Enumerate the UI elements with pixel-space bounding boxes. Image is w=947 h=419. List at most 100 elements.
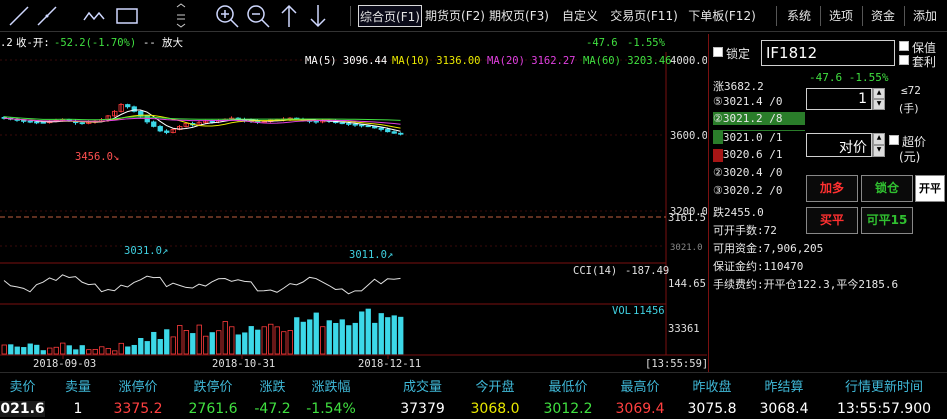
price-input[interactable]: 对价 [806,133,872,157]
ray-tool-icon[interactable] [34,3,60,29]
volume-bar [333,322,339,355]
candle-body [391,131,397,134]
candle-body [346,123,352,125]
tab-custom[interactable]: 自定义 [556,5,604,27]
tab-options-menu[interactable]: 选项 [824,5,858,27]
tab-system[interactable]: 系统 [782,5,816,27]
tab-trade[interactable]: 交易页(F11) [608,5,680,27]
volume-bar [274,326,280,355]
available-funds: 可用资金:7,906,205 [713,242,824,255]
price-tick-label: 4000.0 [670,55,707,67]
quote-header: 涨跌 [259,380,286,395]
arrow-up-icon[interactable] [276,3,302,29]
volume-bar [307,319,313,355]
price-spinner[interactable]: ▲ ▼ [872,133,885,157]
line-tool-icon[interactable] [6,3,32,29]
volume-bar [385,317,391,355]
candle-body [40,121,46,124]
arb-checkbox[interactable] [899,55,909,65]
quote-header: 卖量 [64,380,91,395]
lock-checkbox[interactable] [713,47,723,57]
buy-close-button[interactable]: 买平 [806,207,858,234]
tab-add[interactable]: 添加 [908,5,942,27]
ask-level-2[interactable]: ②3021.2 /8 [713,112,805,125]
quote-header: 涨跌幅 [311,380,351,395]
buy-open-button[interactable]: 加多 [806,175,858,202]
volume-bar [372,322,378,355]
tab-futures[interactable]: 期货页(F2) [424,5,486,27]
tab-overview[interactable]: 综合页(F1) [358,5,422,27]
quote-header: 涨停价 [118,380,158,395]
close-available-button[interactable]: 可平15 [861,207,913,234]
volume-bar [248,326,254,355]
ma-legend-item: MA(20) 3162.27 [487,55,576,67]
volume-bar [157,339,163,355]
open-close-toggle[interactable]: 开平 [915,175,945,202]
volume-bar [300,321,306,355]
cci-line [3,274,401,295]
candle-body [339,122,345,125]
tab-funds[interactable]: 资金 [866,5,900,27]
qty-input[interactable]: 1 [806,88,872,110]
qty-spinner[interactable]: ▲ ▼ [872,88,885,110]
volume-bar [183,330,189,355]
annotation-low-1: 3031.0↗ [124,245,168,257]
qty-limit: ≤72 [901,84,921,97]
volume-bar [378,313,384,355]
ma-legend-item: MA(10) 3136.00 [392,55,481,67]
super-price-checkbox[interactable] [889,135,899,145]
keep-checkbox[interactable] [899,41,909,51]
chart-label: 收-开: [16,36,50,49]
kline-chart[interactable]: 4000.0 3600.0 3200.0 3021.0 2018-09-03 2018-… [0,34,708,372]
quote-value: 3068.0 [470,401,520,417]
volume-bar [34,344,40,355]
more-tools-icon[interactable] [172,3,190,29]
candle-body [365,125,371,128]
chart-right-change: -47.6 [586,37,618,49]
rectangle-tool-icon[interactable] [114,3,140,29]
lock-position-button[interactable]: 锁仓 [861,175,913,202]
current-price-label: 3161.5 [668,212,706,224]
contract-input[interactable]: IF1812 [761,40,895,66]
bid-level-3[interactable]: ③3020.2 /0 [713,184,805,197]
volume-bar [27,343,33,355]
chart-change: -52.2(-1.70%) [54,37,136,49]
volume-bar [138,337,144,355]
ask-level-3[interactable]: ⑤3021.4 /0 [713,95,803,108]
volume-bar [365,308,371,355]
ma-legend-item: MA(60) 3203.46 [583,55,672,67]
limit-up: 涨3682.2 [713,80,764,93]
arrow-down-icon[interactable] [305,3,331,29]
limit-down: 跌2455.0 [713,206,764,219]
margin: 保证金约:110470 [713,260,804,273]
fee: 手续费约:开平仓122.3,平今2185.6 [713,278,899,291]
bid-1-marker [713,149,723,162]
quote-value: 021.6 [0,401,45,417]
bid-level-2[interactable]: ②3020.4 /0 [713,166,805,179]
candle-body [164,130,170,133]
x-tick-label: 2018-10-31 [212,358,275,370]
quote-header: 昨结算 [764,380,804,395]
wave-tool-icon[interactable] [82,3,108,29]
volume-bar [125,346,131,355]
ask-level-1[interactable]: ①3021.0 /1 [713,130,805,144]
candle-body [21,120,27,122]
volume-bar [14,346,20,355]
change-line: -47.6 -1.55% [809,71,889,84]
quote-value: 3068.4 [759,401,809,417]
zoom-out-icon[interactable] [245,3,271,29]
volume-bar [326,320,332,355]
volume-bar [222,321,228,355]
volume-bar [79,345,85,355]
quote-bar: 卖价 021.6 卖量 1 涨停价 3375.2 跌停价 2761.6 涨跌 -47.2 涨跌幅 -1… [0,372,947,419]
tab-options[interactable]: 期权页(F3) [488,5,550,27]
tab-order-board[interactable]: 下单板(F12) [684,5,760,27]
quote-header: 行情更新时间 [844,380,923,395]
volume-bar [131,344,137,355]
order-panel: 锁定 IF1812 保值 套利 涨3682.2 -47.6 -1.55% ⑤30… [708,34,947,372]
qty-unit: (手) [899,102,919,115]
quote-header: 昨收盘 [692,380,732,395]
volume-bar [209,332,215,355]
zoom-in-icon[interactable] [214,3,240,29]
bid-level-1[interactable]: ①3020.6 /1 [713,148,805,161]
